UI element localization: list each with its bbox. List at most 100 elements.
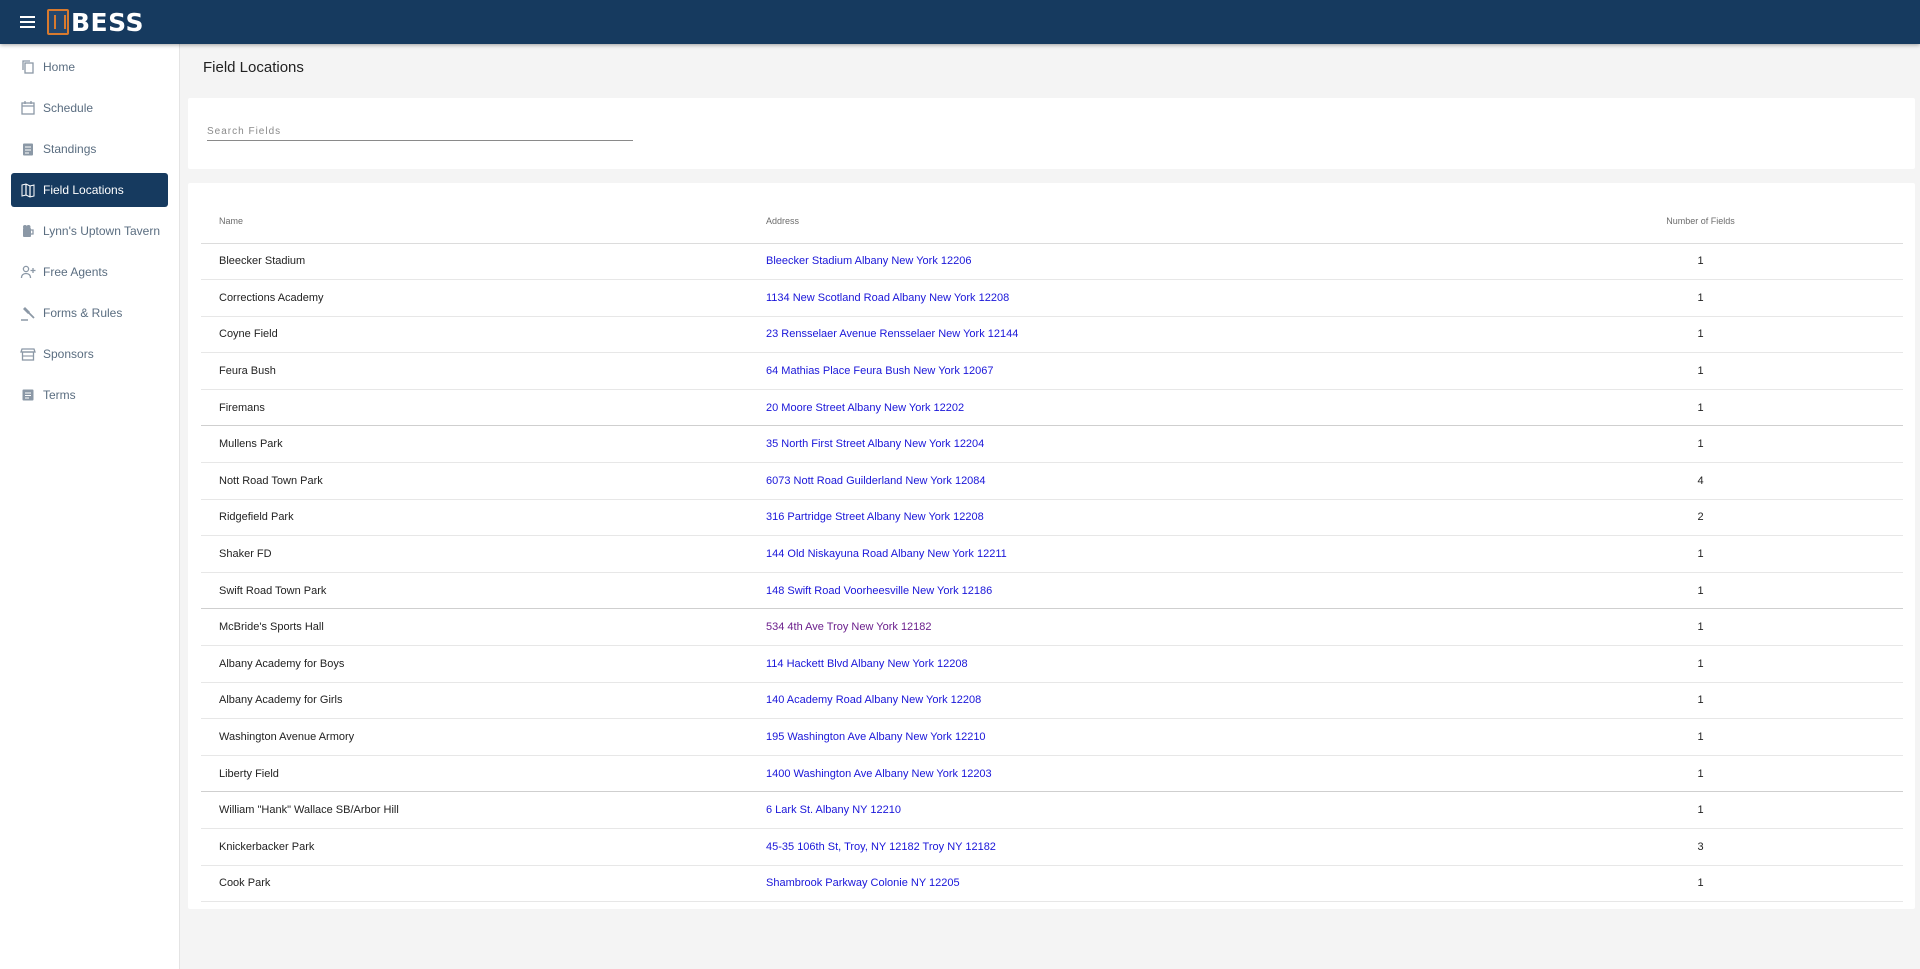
number-of-fields-cell: 3: [1583, 828, 1903, 866]
field-address-link[interactable]: 148 Swift Road Voorheesville New York 12…: [766, 572, 1583, 610]
number-of-fields-cell: 1: [1583, 608, 1903, 647]
field-address-link[interactable]: 144 Old Niskayuna Road Albany New York 1…: [766, 535, 1583, 573]
field-name-cell: Cook Park: [201, 865, 766, 903]
table-row: Albany Academy for Girls 140 Academy Road…: [201, 682, 1903, 720]
number-of-fields-cell: 1: [1583, 316, 1903, 354]
field-name-cell: Mullens Park: [201, 425, 766, 464]
table-row: Feura Bush 64 Mathias Place Feura Bush Ne…: [201, 352, 1903, 390]
number-of-fields-cell: 1: [1583, 645, 1903, 683]
field-name-cell: Washington Avenue Armory: [201, 718, 766, 756]
add-user-icon: [20, 265, 36, 279]
field-address-link[interactable]: Shambrook Parkway Colonie NY 12205: [766, 865, 1583, 903]
sidebar-item-standings[interactable]: Standings: [11, 132, 168, 166]
field-name-cell: Swift Road Town Park: [201, 572, 766, 610]
sidebar-item-terms[interactable]: Terms: [11, 378, 168, 412]
field-name-cell: Feura Bush: [201, 352, 766, 390]
field-address-link[interactable]: 6073 Nott Road Guilderland New York 1208…: [766, 462, 1583, 500]
sidebar-item-free-agents[interactable]: Free Agents: [11, 255, 168, 289]
sidebar-item-label: Forms & Rules: [43, 306, 123, 320]
sidebar-item-label: Home: [43, 60, 76, 74]
column-header-address[interactable]: Address: [766, 199, 1583, 244]
clipboard-icon: [23, 143, 33, 156]
table-row: McBride's Sports Hall 534 4th Ave Troy Ne…: [201, 608, 1903, 647]
sidebar-item-field-locations[interactable]: Field Locations: [11, 173, 168, 207]
map-icon: [21, 183, 35, 198]
column-header-name[interactable]: Name: [201, 199, 766, 244]
number-of-fields-cell: 1: [1583, 425, 1903, 464]
field-address-link[interactable]: 114 Hackett Blvd Albany New York 12208: [766, 645, 1583, 683]
logo[interactable]: BESS: [47, 8, 144, 37]
sidebar-item-home[interactable]: Home: [11, 50, 168, 84]
number-of-fields-cell: 1: [1583, 572, 1903, 610]
number-of-fields-cell: 1: [1583, 243, 1903, 281]
table-row: Firemans 20 Moore Street Albany New York …: [201, 389, 1903, 427]
table-row: Coyne Field 23 Rensselaer Avenue Renssela…: [201, 316, 1903, 354]
page-title: Field Locations: [203, 59, 304, 76]
table-row: Cook Park Shambrook Parkway Colonie NY 12…: [201, 865, 1903, 903]
field-address-link[interactable]: 35 North First Street Albany New York 12…: [766, 425, 1583, 464]
number-of-fields-cell: 1: [1583, 791, 1903, 829]
field-name-cell: Firemans: [201, 389, 766, 427]
field-name-cell: Shaker FD: [201, 535, 766, 573]
sidebar-item-sponsors[interactable]: Sponsors: [11, 337, 168, 371]
field-name-cell: Coyne Field: [201, 316, 766, 354]
number-of-fields-cell: 1: [1583, 682, 1903, 720]
field-name-cell: Albany Academy for Boys: [201, 645, 766, 683]
field-address-link[interactable]: 1400 Washington Ave Albany New York 1220…: [766, 755, 1583, 793]
store-icon: [20, 348, 36, 361]
sidebar-item-label: Schedule: [43, 101, 94, 115]
field-address-link[interactable]: 20 Moore Street Albany New York 12202: [766, 389, 1583, 427]
calendar-icon: [21, 101, 35, 115]
field-address-link[interactable]: 45-35 106th St, Troy, NY 12182 Troy NY 1…: [766, 828, 1583, 866]
sidebar-item-forms-rules[interactable]: Forms & Rules: [11, 296, 168, 330]
field-name-cell: McBride's Sports Hall: [201, 608, 766, 647]
beer-icon: [23, 225, 34, 237]
logo-text: BESS: [71, 7, 145, 37]
table-row: Washington Avenue Armory 195 Washington A…: [201, 718, 1903, 756]
main-content: Field Locations Name Address Number of F…: [181, 44, 1920, 969]
sidebar-item-label: Lynn's Uptown Tavern: [43, 224, 161, 238]
field-locations-table-card: Name Address Number of Fields Bleecker S…: [188, 183, 1915, 909]
number-of-fields-cell: 1: [1583, 755, 1903, 793]
table-header-row: Name Address Number of Fields: [201, 199, 1903, 244]
table-row: Liberty Field 1400 Washington Ave Albany …: [201, 755, 1903, 793]
field-address-link[interactable]: 6 Lark St. Albany NY 12210: [766, 791, 1583, 829]
sidebar-item-label: Standings: [43, 142, 97, 156]
number-of-fields-cell: 1: [1583, 865, 1903, 903]
field-name-cell: Albany Academy for Girls: [201, 682, 766, 720]
sidebar: Home Schedule Standings Field Locations …: [0, 44, 180, 969]
field-address-link[interactable]: 1134 New Scotland Road Albany New York 1…: [766, 279, 1583, 317]
table-row: Albany Academy for Boys 114 Hackett Blvd …: [201, 645, 1903, 683]
number-of-fields-cell: 4: [1583, 462, 1903, 500]
sidebar-item-label: Sponsors: [43, 347, 94, 361]
hamburger-menu-icon[interactable]: [17, 11, 39, 33]
table-row: Bleecker Stadium Bleecker Stadium Albany …: [201, 243, 1903, 281]
sidebar-item-label: Field Locations: [43, 183, 124, 197]
search-input[interactable]: [207, 123, 633, 141]
number-of-fields-cell: 1: [1583, 718, 1903, 756]
field-address-link[interactable]: 23 Rensselaer Avenue Rensselaer New York…: [766, 316, 1583, 354]
field-name-cell: Corrections Academy: [201, 279, 766, 317]
table-row: Swift Road Town Park 148 Swift Road Voorh…: [201, 572, 1903, 610]
field-address-link[interactable]: Bleecker Stadium Albany New York 12206: [766, 243, 1583, 281]
sidebar-item-lynns-uptown-tavern[interactable]: Lynn's Uptown Tavern: [11, 214, 168, 248]
field-address-link[interactable]: 316 Partridge Street Albany New York 122…: [766, 499, 1583, 537]
number-of-fields-cell: 1: [1583, 389, 1903, 427]
field-address-link[interactable]: 64 Mathias Place Feura Bush New York 120…: [766, 352, 1583, 390]
top-app-bar: BESS: [0, 0, 1920, 44]
field-address-link[interactable]: 195 Washington Ave Albany New York 12210: [766, 718, 1583, 756]
column-header-number-of-fields[interactable]: Number of Fields: [1583, 199, 1903, 244]
copy-icon: [22, 60, 34, 74]
table-row: Nott Road Town Park 6073 Nott Road Guilde…: [201, 462, 1903, 500]
field-name-cell: Nott Road Town Park: [201, 462, 766, 500]
document-icon: [22, 389, 34, 401]
search-card: [188, 98, 1915, 169]
number-of-fields-cell: 1: [1583, 352, 1903, 390]
field-name-cell: Knickerbacker Park: [201, 828, 766, 866]
gavel-icon: [21, 307, 35, 321]
field-address-link[interactable]: 534 4th Ave Troy New York 12182: [766, 608, 1583, 647]
field-name-cell: Liberty Field: [201, 755, 766, 793]
field-name-cell: Ridgefield Park: [201, 499, 766, 537]
field-address-link[interactable]: 140 Academy Road Albany New York 12208: [766, 682, 1583, 720]
sidebar-item-schedule[interactable]: Schedule: [11, 91, 168, 125]
